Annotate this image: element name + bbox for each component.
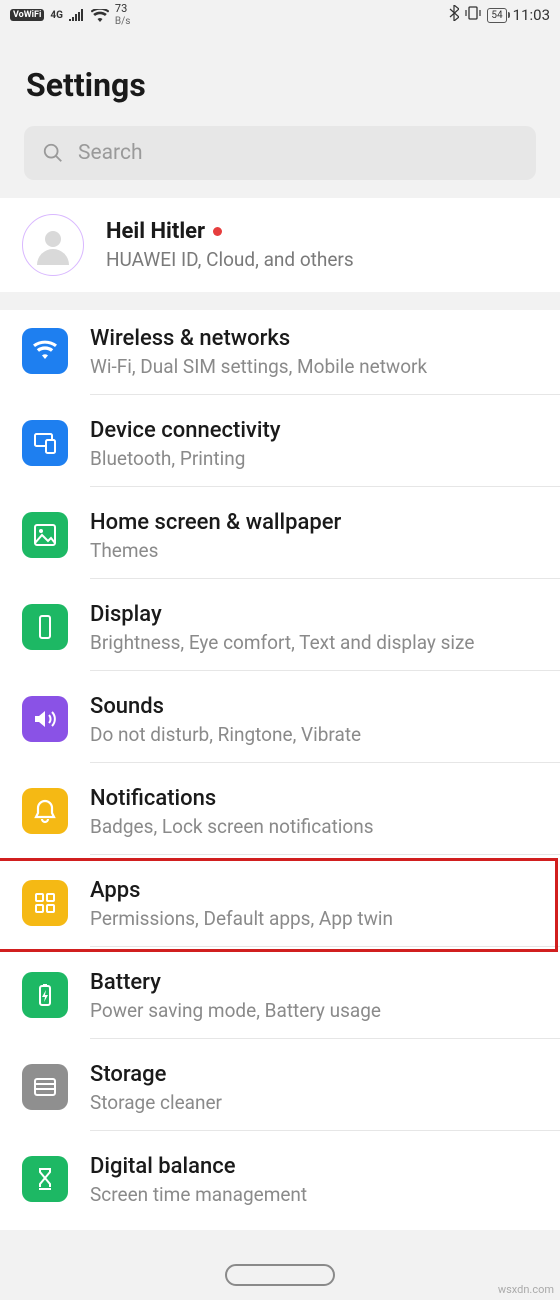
account-row[interactable]: Heil Hitler HUAWEI ID, Cloud, and others	[0, 198, 560, 292]
hourglass-icon	[22, 1156, 68, 1202]
cell-signal-icon	[69, 9, 85, 21]
item-body: Apps Permissions, Default apps, App twin	[90, 878, 560, 947]
vibrate-icon	[465, 6, 481, 24]
item-body: Sounds Do not disturb, Ringtone, Vibrate	[90, 694, 560, 763]
image-icon	[22, 512, 68, 558]
item-body: Storage Storage cleaner	[90, 1062, 560, 1131]
settings-item-storage[interactable]: Storage Storage cleaner	[0, 1046, 560, 1138]
search-icon	[42, 142, 64, 164]
item-body: Battery Power saving mode, Battery usage	[90, 970, 560, 1039]
bell-icon	[22, 788, 68, 834]
status-bar: VoWiFi 4G 73 B/s 54 11:03	[0, 0, 560, 30]
settings-item-battery[interactable]: Battery Power saving mode, Battery usage	[0, 954, 560, 1046]
item-body: Display Brightness, Eye comfort, Text and…	[90, 602, 560, 671]
settings-item-devices[interactable]: Device connectivity Bluetooth, Printing	[0, 402, 560, 494]
item-title: Device connectivity	[90, 418, 544, 443]
item-body: Digital balance Screen time management	[90, 1154, 560, 1222]
vowifi-badge: VoWiFi	[10, 9, 44, 21]
item-title: Sounds	[90, 694, 544, 719]
bluetooth-icon	[449, 5, 459, 25]
network-type-label: 4G	[50, 10, 63, 21]
settings-item-display[interactable]: Display Brightness, Eye comfort, Text and…	[0, 586, 560, 678]
settings-item-apps[interactable]: Apps Permissions, Default apps, App twin	[0, 862, 560, 954]
item-body: Home screen & wallpaper Themes	[90, 510, 560, 579]
wifi-icon	[91, 9, 109, 22]
settings-item-wifi[interactable]: Wireless & networks Wi-Fi, Dual SIM setti…	[0, 310, 560, 402]
section-gap	[0, 292, 560, 310]
item-body: Notifications Badges, Lock screen notific…	[90, 786, 560, 855]
item-subtitle: Wi-Fi, Dual SIM settings, Mobile network	[90, 355, 544, 378]
battery-icon	[22, 972, 68, 1018]
settings-item-bell[interactable]: Notifications Badges, Lock screen notific…	[0, 770, 560, 862]
settings-list: Wireless & networks Wi-Fi, Dual SIM setti…	[0, 310, 560, 1230]
status-left: VoWiFi 4G 73 B/s	[10, 3, 130, 27]
item-title: Storage	[90, 1062, 544, 1087]
apps-icon	[22, 880, 68, 926]
item-subtitle: Screen time management	[90, 1183, 544, 1206]
item-title: Display	[90, 602, 544, 627]
watermark: wsxdn.com	[498, 1283, 554, 1296]
avatar	[22, 214, 84, 276]
settings-item-sound[interactable]: Sounds Do not disturb, Ringtone, Vibrate	[0, 678, 560, 770]
notification-dot-icon	[213, 227, 222, 236]
account-name-row: Heil Hitler	[106, 219, 354, 244]
search-input[interactable]: Search	[24, 126, 536, 180]
item-body: Wireless & networks Wi-Fi, Dual SIM setti…	[90, 326, 560, 395]
storage-icon	[22, 1064, 68, 1110]
item-title: Notifications	[90, 786, 544, 811]
nav-pill[interactable]	[225, 1264, 335, 1286]
page-title: Settings	[0, 30, 560, 126]
clock: 11:03	[513, 6, 550, 24]
settings-item-image[interactable]: Home screen & wallpaper Themes	[0, 494, 560, 586]
item-subtitle: Permissions, Default apps, App twin	[90, 907, 544, 930]
item-subtitle: Bluetooth, Printing	[90, 447, 544, 470]
account-name: Heil Hitler	[106, 219, 205, 244]
display-icon	[22, 604, 68, 650]
item-subtitle: Power saving mode, Battery usage	[90, 999, 544, 1022]
item-body: Device connectivity Bluetooth, Printing	[90, 418, 560, 487]
item-subtitle: Brightness, Eye comfort, Text and displa…	[90, 631, 544, 654]
status-right: 54 11:03	[449, 5, 550, 25]
network-speed: 73 B/s	[115, 3, 131, 27]
item-subtitle: Themes	[90, 539, 544, 562]
item-subtitle: Badges, Lock screen notifications	[90, 815, 544, 838]
settings-item-hourglass[interactable]: Digital balance Screen time management	[0, 1138, 560, 1230]
item-title: Battery	[90, 970, 544, 995]
account-subtitle: HUAWEI ID, Cloud, and others	[106, 248, 354, 271]
item-title: Apps	[90, 878, 544, 903]
devices-icon	[22, 420, 68, 466]
account-text: Heil Hitler HUAWEI ID, Cloud, and others	[106, 219, 354, 271]
battery-indicator: 54	[487, 8, 506, 23]
sound-icon	[22, 696, 68, 742]
search-placeholder: Search	[78, 141, 143, 165]
item-title: Home screen & wallpaper	[90, 510, 544, 535]
item-title: Wireless & networks	[90, 326, 544, 351]
item-subtitle: Storage cleaner	[90, 1091, 544, 1114]
search-wrap: Search	[0, 126, 560, 198]
item-title: Digital balance	[90, 1154, 544, 1179]
item-subtitle: Do not disturb, Ringtone, Vibrate	[90, 723, 544, 746]
wifi-icon	[22, 328, 68, 374]
